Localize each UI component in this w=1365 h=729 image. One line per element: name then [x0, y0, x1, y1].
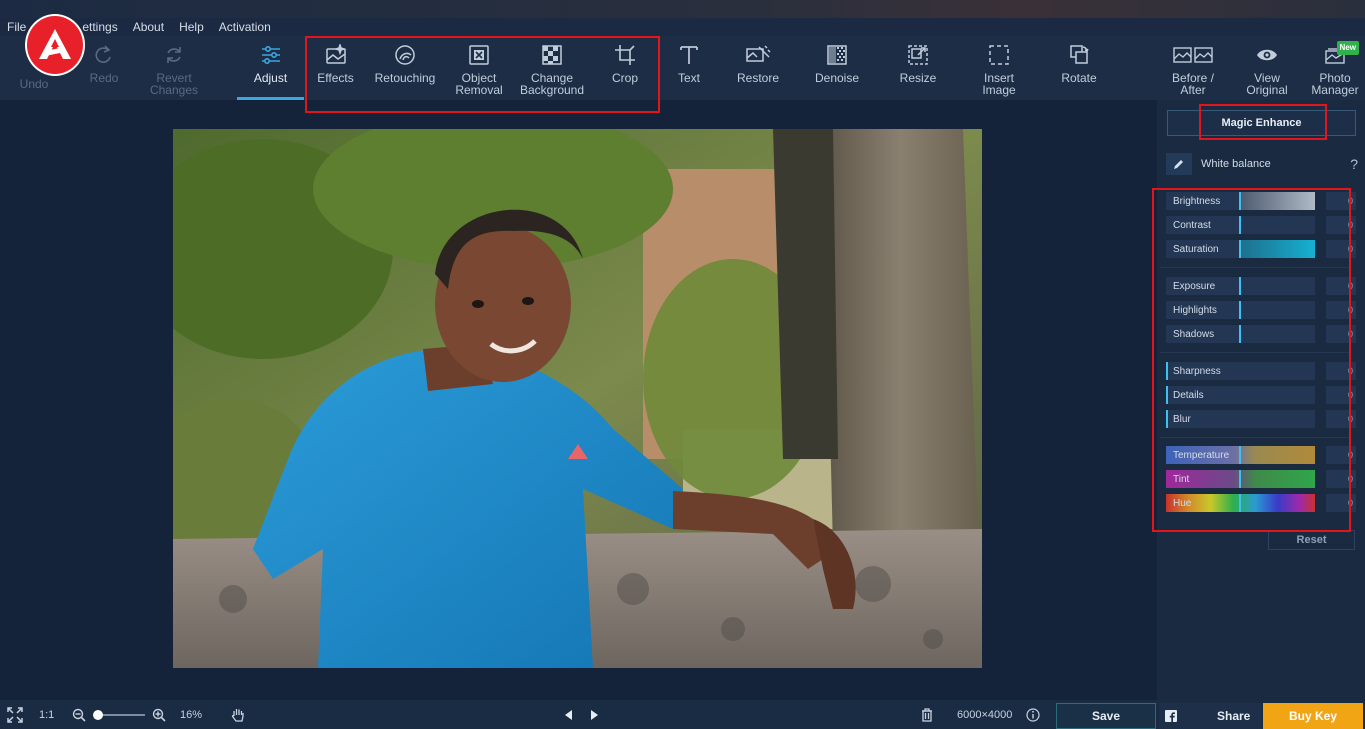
photo-manager-label: Photo Manager [1311, 71, 1359, 97]
highlight-box-tools [305, 36, 660, 113]
menu-bar: File ettings About Help Activation [0, 18, 1365, 36]
actual-size-button[interactable]: 1:1 [39, 700, 54, 729]
sliders-icon [258, 42, 284, 68]
white-balance-row: White balance ? [1166, 152, 1358, 176]
resize-label: Resize [899, 71, 937, 85]
facebook-icon [1165, 710, 1177, 722]
image-dimensions: 6000×4000 [957, 708, 1013, 721]
reset-button[interactable]: Reset [1268, 530, 1355, 550]
text-label: Text [677, 71, 700, 85]
hand-tool-icon[interactable] [230, 700, 246, 729]
save-button[interactable]: Save [1056, 703, 1156, 729]
zoom-out-icon[interactable] [72, 700, 86, 729]
photo-editor-window: File ettings About Help Activation Undo … [0, 0, 1365, 729]
menu-file[interactable]: File [7, 20, 26, 34]
eye-icon [1254, 42, 1280, 68]
tab-restore[interactable]: Restore [728, 36, 788, 100]
main-toolbar: Undo Redo Revert Changes Adjust Effects [0, 36, 1365, 100]
white-balance-label: White balance [1201, 158, 1271, 170]
rotate-label: Rotate [1061, 71, 1097, 85]
eyedropper-icon [1174, 160, 1183, 169]
rotate-icon [1066, 42, 1092, 68]
zoom-in-icon[interactable] [152, 700, 166, 729]
new-badge: New [1336, 41, 1359, 55]
share-button[interactable]: Share [1159, 703, 1261, 729]
undo-label: Undo [19, 77, 49, 91]
menu-help[interactable]: Help [179, 20, 204, 34]
zoom-slider-knob[interactable] [93, 710, 103, 720]
tab-denoise[interactable]: Denoise [806, 36, 868, 100]
revert-changes-button[interactable]: Revert Changes [140, 36, 208, 100]
redo-label: Redo [89, 71, 119, 85]
before-after-icon [1173, 42, 1213, 68]
info-icon[interactable] [1026, 700, 1040, 729]
eyedropper-button[interactable] [1166, 153, 1192, 175]
help-icon[interactable]: ? [1350, 156, 1358, 172]
redo-icon [91, 42, 117, 68]
photo-preview[interactable] [173, 129, 982, 668]
next-image-icon[interactable] [590, 700, 600, 729]
restore-icon [745, 42, 771, 68]
revert-icon [161, 42, 187, 68]
tab-insert-image[interactable]: Insert Image [968, 36, 1030, 100]
resize-icon [905, 42, 931, 68]
tab-text[interactable]: Text [664, 36, 714, 100]
restore-label: Restore [736, 71, 780, 85]
denoise-label: Denoise [814, 71, 860, 85]
highlight-box-sliders [1152, 188, 1351, 532]
view-original-label: View Original [1246, 71, 1288, 97]
menu-about[interactable]: About [133, 20, 164, 34]
text-icon [676, 42, 702, 68]
revert-label: Revert Changes [149, 71, 199, 97]
zoom-level: 16% [180, 708, 203, 721]
highlight-box-magic-enhance [1199, 104, 1327, 140]
delete-icon[interactable] [921, 700, 933, 729]
app-logo [25, 14, 85, 76]
redo-button[interactable]: Redo [80, 36, 128, 100]
previous-image-icon[interactable] [563, 700, 573, 729]
logo-icon [39, 29, 71, 59]
view-original-button[interactable]: View Original [1240, 36, 1294, 100]
zoom-slider-track[interactable] [97, 714, 145, 716]
insert-image-icon [986, 42, 1012, 68]
fit-to-screen-icon[interactable] [7, 700, 23, 729]
share-label: Share [1217, 709, 1251, 723]
adjust-label: Adjust [253, 71, 288, 85]
before-after-button[interactable]: Before / After [1163, 36, 1223, 100]
photo-image [173, 129, 982, 668]
menu-activation[interactable]: Activation [219, 20, 271, 34]
before-after-label: Before / After [1171, 71, 1215, 97]
title-strip [0, 0, 1365, 18]
tab-rotate[interactable]: Rotate [1053, 36, 1105, 100]
buy-key-button[interactable]: Buy Key [1263, 703, 1363, 729]
tab-resize[interactable]: Resize [893, 36, 943, 100]
menu-settings[interactable]: ettings [82, 20, 117, 34]
insert-image-label: Insert Image [982, 71, 1016, 97]
tab-adjust[interactable]: Adjust [237, 36, 304, 100]
denoise-icon [824, 42, 850, 68]
photo-manager-button[interactable]: Photo Manager New [1307, 36, 1363, 100]
